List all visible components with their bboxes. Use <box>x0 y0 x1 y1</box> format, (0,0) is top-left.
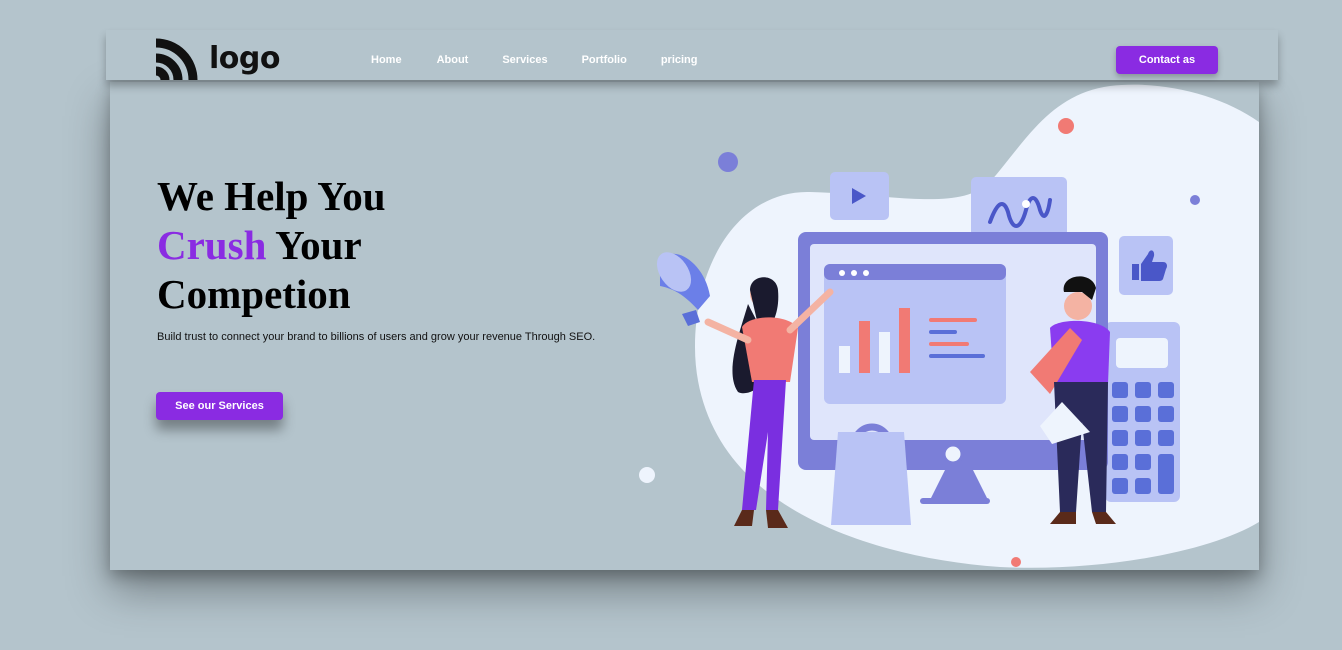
shopping-bag-icon <box>831 423 911 525</box>
dot-decoration <box>1190 195 1200 205</box>
hero-subtitle: Build trust to connect your brand to bil… <box>157 331 596 343</box>
play-icon <box>830 172 889 220</box>
signal-waves-icon <box>156 38 198 80</box>
dot-decoration <box>1011 557 1021 567</box>
main-nav: Home About Services Portfolio pricing <box>371 54 697 66</box>
marketing-illustration <box>639 84 1259 568</box>
dot-decoration <box>639 467 655 483</box>
logo-text: logo <box>209 41 280 76</box>
nav-services[interactable]: Services <box>502 54 547 66</box>
nav-portfolio[interactable]: Portfolio <box>582 54 627 66</box>
see-services-button[interactable]: See our Services <box>156 392 283 420</box>
nav-about[interactable]: About <box>437 54 469 66</box>
hero-title: We Help You Crush Your Competion <box>157 172 386 319</box>
contact-button[interactable]: Contact as <box>1116 46 1218 74</box>
hero-title-line1: We Help You <box>157 173 386 219</box>
dot-decoration <box>1058 118 1074 134</box>
thumbs-up-icon <box>1119 236 1173 295</box>
nav-home[interactable]: Home <box>371 54 402 66</box>
hero-title-line3: Competion <box>157 271 351 317</box>
hero-title-accent: Crush <box>157 222 267 268</box>
logo[interactable]: logo <box>156 38 280 80</box>
calculator-icon <box>1105 322 1180 502</box>
nav-pricing[interactable]: pricing <box>661 54 698 66</box>
hero-title-line2: Your <box>266 222 362 268</box>
dot-decoration <box>718 152 738 172</box>
